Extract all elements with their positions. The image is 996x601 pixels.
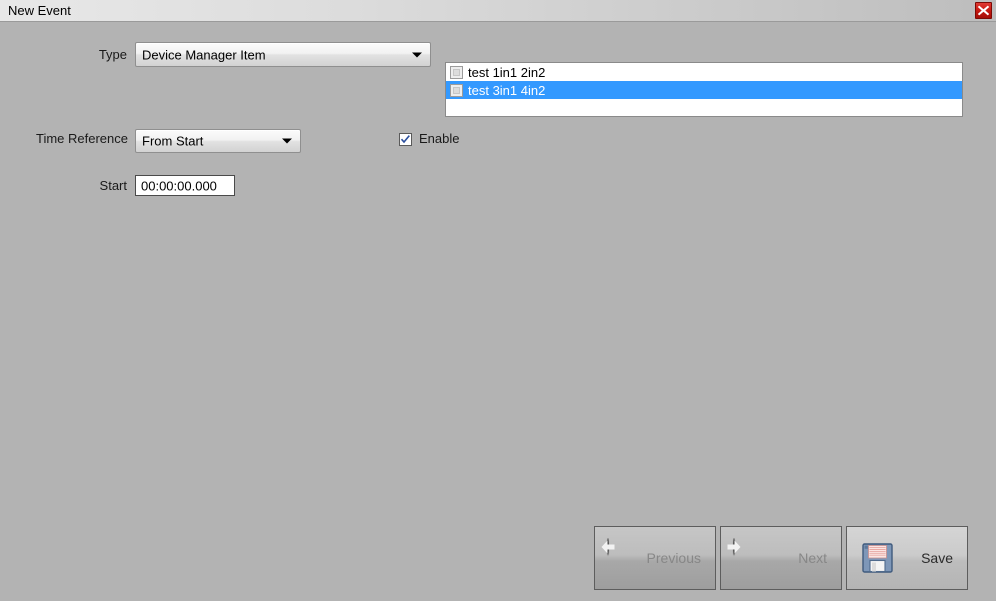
list-item-label: test 3in1 4in2 <box>468 82 546 98</box>
type-dropdown[interactable]: Device Manager Item <box>135 42 431 67</box>
type-dropdown-value: Device Manager Item <box>142 47 266 62</box>
enable-checkbox[interactable]: Enable <box>399 131 459 147</box>
close-window-button[interactable] <box>975 2 992 19</box>
start-label: Start <box>99 178 127 193</box>
device-item-list[interactable]: test 1in1 2in2 test 3in1 4in2 <box>445 62 963 117</box>
list-item[interactable]: test 1in1 2in2 <box>446 63 962 81</box>
next-button[interactable]: Next <box>720 526 842 590</box>
checkmark-icon <box>400 134 410 143</box>
time-reference-dropdown[interactable]: From Start <box>135 129 301 153</box>
save-button-label: Save <box>921 550 953 566</box>
time-reference-dropdown-value: From Start <box>142 133 204 149</box>
previous-button[interactable]: Previous <box>594 526 716 590</box>
chevron-down-icon <box>282 138 292 144</box>
chevron-down-icon <box>412 52 422 57</box>
time-reference-label: Time Reference <box>36 131 128 146</box>
enable-label: Enable <box>419 131 460 146</box>
list-item-label: test 1in1 2in2 <box>468 64 546 80</box>
floppy-disk-icon <box>861 541 895 575</box>
type-label: Type <box>98 47 127 62</box>
checkbox-checked-icon[interactable] <box>399 132 412 146</box>
save-button[interactable]: Save <box>846 526 968 590</box>
arrow-right-circle-icon <box>727 538 771 577</box>
start-time-input[interactable]: 00:00:00.000 <box>135 175 235 196</box>
previous-button-label: Previous <box>646 550 701 566</box>
close-x-icon <box>977 5 990 16</box>
arrow-left-circle-icon <box>601 538 645 577</box>
new-event-window: New Event Type Device Manager Item test … <box>0 0 996 601</box>
start-time-value: 00:00:00.000 <box>141 178 217 193</box>
list-item[interactable]: test 3in1 4in2 <box>446 81 962 99</box>
next-button-label: Next <box>798 550 827 566</box>
checkbox-unchecked-icon[interactable] <box>450 65 463 79</box>
dialog-body: Type Device Manager Item test 1in1 2in2 … <box>0 22 996 601</box>
window-title: New Event <box>8 3 71 18</box>
checkbox-unchecked-icon[interactable] <box>450 83 463 97</box>
title-bar: New Event <box>0 0 996 22</box>
